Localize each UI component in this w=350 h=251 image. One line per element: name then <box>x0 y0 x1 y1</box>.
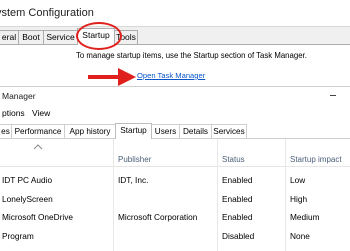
header-publisher[interactable]: Publisher <box>118 155 151 164</box>
startup-tab-highlight-circle <box>76 22 122 50</box>
table-row[interactable]: Program Disabled None <box>0 228 350 244</box>
system-configuration-window: ystem Configuration eral Boot Service St… <box>0 0 350 84</box>
row-name: Microsoft OneDrive <box>2 212 74 222</box>
row-name: Program <box>2 231 34 241</box>
red-arrow-icon <box>88 68 136 86</box>
table-row[interactable]: LonelyScreen Enabled High <box>0 191 350 207</box>
window-title: ystem Configuration <box>0 7 94 19</box>
tab-users[interactable]: Users <box>151 124 180 139</box>
task-manager-title: Manager <box>2 91 36 101</box>
task-manager-tabs: es Performance App history Startup Users… <box>0 123 350 139</box>
minimize-icon[interactable] <box>330 95 336 97</box>
task-manager-window: Manager ptions View es Performance App h… <box>0 86 350 251</box>
row-publisher: Microsoft Corporation <box>118 212 198 222</box>
row-impact: None <box>290 231 310 241</box>
open-task-manager-link[interactable]: Open Task Manager <box>137 71 205 80</box>
row-impact: Medium <box>290 212 320 222</box>
tab-performance[interactable]: Performance <box>11 124 65 139</box>
tab-services[interactable]: Service <box>43 30 78 44</box>
tab-services-tm[interactable]: Services <box>211 124 247 139</box>
row-status: Enabled <box>222 212 253 222</box>
menu-options[interactable]: ptions <box>2 106 25 120</box>
tab-app-history[interactable]: App history <box>64 124 116 139</box>
tab-general[interactable]: eral <box>0 30 20 44</box>
row-status: Enabled <box>222 175 253 185</box>
row-impact: High <box>290 194 308 204</box>
row-name: LonelyScreen <box>2 194 53 204</box>
header-status[interactable]: Status <box>222 155 245 164</box>
window-title-bar: ystem Configuration <box>0 0 350 26</box>
row-status: Enabled <box>222 194 253 204</box>
table-row[interactable]: IDT PC Audio IDT, Inc. Enabled Low <box>0 172 350 188</box>
table-row[interactable]: Microsoft OneDrive Microsoft Corporation… <box>0 209 350 225</box>
title-separator <box>0 26 350 27</box>
row-publisher: IDT, Inc. <box>118 175 149 185</box>
row-name: IDT PC Audio <box>2 175 53 185</box>
row-impact: Low <box>290 175 306 185</box>
tab-boot[interactable]: Boot <box>18 30 44 44</box>
menu-view[interactable]: View <box>32 106 50 120</box>
tab-details[interactable]: Details <box>179 124 212 139</box>
sort-chevron-icon[interactable] <box>33 144 43 150</box>
row-status: Disabled <box>222 231 255 241</box>
task-manager-title-bar: Manager <box>0 87 350 105</box>
startup-info-text: To manage startup items, use the Startup… <box>76 51 307 60</box>
header-startup-impact[interactable]: Startup impact <box>290 155 342 164</box>
tab-startup-tm[interactable]: Startup <box>115 123 152 139</box>
